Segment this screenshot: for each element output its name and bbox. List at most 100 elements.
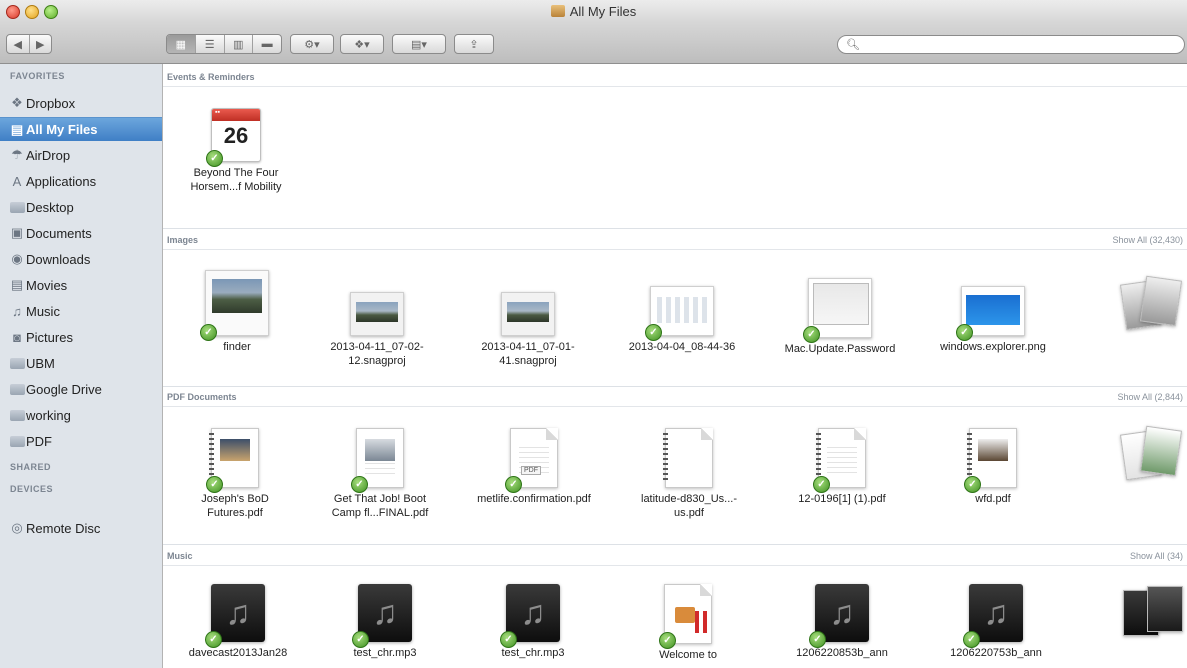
sidebar-item-label: Documents — [26, 225, 92, 241]
sidebar-item-working[interactable]: working — [0, 403, 162, 427]
file-item[interactable]: ✓ Joseph's BoD Futures.pdf — [175, 428, 295, 520]
sidebar-item-dropbox[interactable]: ❖ Dropbox — [0, 91, 162, 115]
sidebar-heading-shared: SHARED — [10, 462, 52, 472]
dropbox-menu-button[interactable]: ❖▾ — [340, 34, 384, 54]
gear-icon: ⚙▾ — [304, 38, 320, 51]
sidebar-item-pdf[interactable]: PDF — [0, 429, 162, 453]
file-item[interactable]: PDF ✓ metlife.confirmation.pdf — [474, 428, 594, 506]
section-title: Music — [167, 551, 193, 561]
pdf-type-label: PDF — [521, 466, 541, 475]
music-file-icon: ♫ ✓ — [500, 584, 560, 648]
video-file-icon: ✓ — [659, 584, 712, 649]
sync-check-icon: ✓ — [963, 631, 980, 648]
folder-icon — [9, 381, 25, 397]
sidebar-item-pictures[interactable]: ◙ Pictures — [0, 325, 162, 349]
coverflow-view-button[interactable]: ▬ — [252, 35, 281, 53]
sync-check-icon: ✓ — [813, 476, 830, 493]
file-item[interactable]: ✓ Mac.Update.Password — [780, 278, 900, 356]
section-title: PDF Documents — [167, 392, 237, 402]
file-name: wfd.pdf — [975, 493, 1011, 505]
back-arrow-icon[interactable]: ◀ — [7, 35, 29, 53]
action-gear-button[interactable]: ⚙▾ — [290, 34, 334, 54]
file-name: finder — [223, 341, 251, 353]
file-name: davecast2013Jan28 — [188, 647, 288, 659]
section-header-images: Images Show All (32,430) — [163, 232, 1187, 250]
file-item[interactable]: ♫ ✓ 1206220853b_ann — [782, 584, 902, 660]
file-name: 12-0196[1] (1).pdf — [798, 493, 886, 505]
airdrop-icon: ☂ — [11, 147, 23, 162]
sidebar-item-desktop[interactable]: Desktop — [0, 195, 162, 219]
file-name: latitude-d830_Us...-us.pdf — [641, 493, 737, 519]
section-header-events: Events & Reminders — [163, 69, 1187, 87]
sidebar-item-google-drive[interactable]: Google Drive — [0, 377, 162, 401]
search-field[interactable]: 🔍︎ — [837, 35, 1185, 54]
music-stack-preview[interactable] — [1101, 584, 1187, 640]
file-item[interactable]: ✓ 12-0196[1] (1).pdf — [782, 428, 902, 506]
sidebar-item-label: PDF — [26, 433, 52, 449]
pdf-stack-preview[interactable] — [1101, 425, 1187, 482]
image-stack-preview[interactable] — [1101, 275, 1187, 332]
file-item[interactable]: ♫ ✓ test_chr.mp3 — [325, 584, 445, 660]
sidebar-item-label: Applications — [26, 173, 97, 189]
section-divider — [163, 386, 1187, 387]
file-item[interactable]: ✓ Get That Job! Boot Camp fl...FINAL.pdf — [320, 428, 440, 520]
window-title: All My Files — [0, 4, 1187, 19]
list-view-button[interactable]: ☰ — [194, 35, 224, 53]
show-all-music-link[interactable]: Show All (34) — [1130, 551, 1183, 561]
applications-icon: A — [12, 173, 22, 189]
column-view-button[interactable]: ▥ — [223, 35, 253, 53]
sync-check-icon: ✓ — [352, 631, 369, 648]
file-item[interactable]: ✓ windows.explorer.png — [933, 286, 1053, 354]
file-item[interactable]: ♫ ✓ davecast2013Jan28 — [178, 584, 298, 660]
file-item[interactable]: ♫ ✓ test_chr.mp3 — [473, 584, 593, 660]
file-item[interactable]: 2013-04-11_07-02-12.snagproj — [317, 292, 437, 368]
sidebar-item-music[interactable]: ♫ Music — [0, 299, 162, 323]
sidebar-item-applications[interactable]: A Applications — [0, 169, 162, 193]
sidebar-item-label: Google Drive — [26, 381, 102, 397]
file-name: Welcome to — [659, 649, 717, 661]
sidebar-item-ubm[interactable]: UBM — [0, 351, 162, 375]
sync-check-icon: ✓ — [964, 476, 981, 493]
file-item[interactable]: ▪▪ 26 ✓ Beyond The Four Horsem...f Mobil… — [176, 108, 296, 194]
file-name: 1206220853b_ann — [796, 647, 888, 659]
remote-disc-icon: ◎ — [11, 520, 23, 535]
file-item[interactable]: ✓ Welcome to — [628, 584, 748, 662]
file-item[interactable]: ♫ ✓ 1206220753b_ann — [936, 584, 1056, 660]
forward-arrow-icon[interactable]: ▶ — [28, 35, 52, 53]
search-input[interactable] — [860, 37, 1164, 53]
dropbox-icon: ❖ — [11, 95, 23, 110]
sidebar-item-downloads[interactable]: ◉ Downloads — [0, 247, 162, 271]
show-all-pdf-link[interactable]: Show All (2,844) — [1117, 392, 1183, 402]
pictures-icon: ◙ — [13, 329, 21, 345]
toolbar: ◀ ▶ ▦ ☰ ▥ ▬ ⚙▾ ❖▾ ▤▾ ⇪ 🔍︎ — [0, 23, 1187, 64]
file-item[interactable]: latitude-d830_Us...-us.pdf — [629, 428, 749, 520]
sync-check-icon: ✓ — [206, 150, 223, 167]
documents-icon: ▣ — [10, 225, 24, 240]
icon-view-button[interactable]: ▦ — [167, 35, 195, 53]
file-item[interactable]: 2013-04-11_07-01-41.snagproj — [468, 292, 588, 368]
view-mode-control: ▦ ☰ ▥ ▬ — [166, 34, 282, 54]
file-item[interactable]: ✓ wfd.pdf — [933, 428, 1053, 506]
movies-icon: ▤ — [10, 277, 24, 292]
file-item[interactable]: ✓ 2013-04-04_08-44-36 — [622, 286, 742, 354]
finder-window: All My Files ◀ ▶ ▦ ☰ ▥ ▬ ⚙▾ ❖▾ ▤▾ ⇪ 🔍︎ F… — [0, 0, 1187, 668]
file-item[interactable]: ✓ finder — [177, 270, 297, 354]
sidebar-heading-devices: DEVICES — [10, 484, 54, 494]
file-name: Mac.Update.Password — [784, 343, 896, 355]
show-all-images-link[interactable]: Show All (32,430) — [1112, 235, 1183, 245]
all-my-files-icon — [550, 5, 565, 17]
sync-check-icon: ✓ — [505, 476, 522, 493]
sidebar-item-remote-disc[interactable]: ◎ Remote Disc — [0, 516, 162, 540]
all-my-files-icon: ▤ — [10, 122, 24, 137]
sidebar-item-documents[interactable]: ▣ Documents — [0, 221, 162, 245]
sidebar-item-movies[interactable]: ▤ Movies — [0, 273, 162, 297]
pdf-document-icon: PDF ✓ — [505, 428, 558, 493]
arrange-button[interactable]: ▤▾ — [392, 34, 446, 54]
image-stack-icon — [1109, 275, 1183, 332]
music-file-icon: ♫ ✓ — [963, 584, 1023, 648]
section-header-music: Music Show All (34) — [163, 548, 1187, 566]
sidebar-item-airdrop[interactable]: ☂ AirDrop — [0, 143, 162, 167]
folder-icon — [9, 433, 25, 449]
sidebar-item-all-my-files[interactable]: ▤ All My Files — [0, 117, 162, 141]
share-button[interactable]: ⇪ — [454, 34, 494, 54]
